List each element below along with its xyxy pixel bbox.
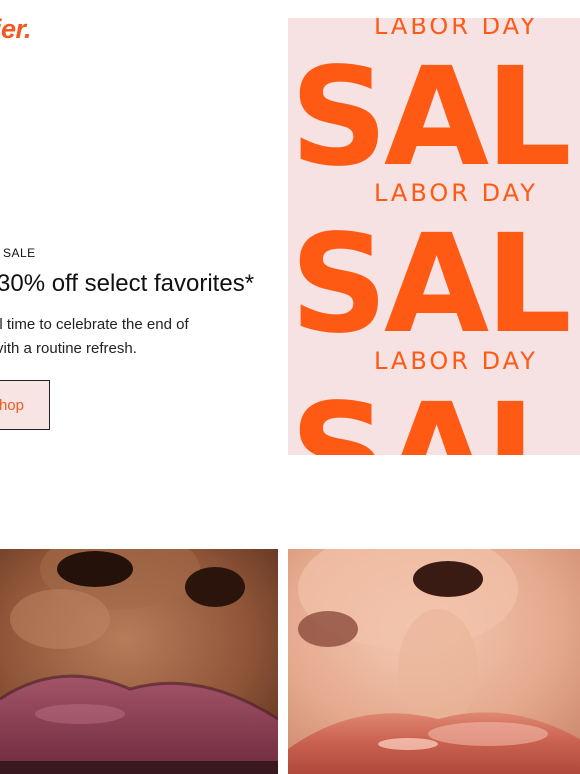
section-label: s [0,512,1,527]
banner-row-5: LABOR DAY [374,347,538,375]
hero-eyebrow: SALE [3,246,36,260]
banner-row-3: LABOR DAY [374,179,538,207]
shop-now-button[interactable]: hop [0,380,50,430]
lip-closeup-deep-skin-image [0,549,278,774]
sale-banner-graphic: LABOR DAY SALE LABOR DAY SALE LABOR DAY … [290,18,580,455]
product-card-1[interactable] [0,549,278,774]
shop-now-label: hop [0,396,24,414]
banner-row-1: LABOR DAY [374,18,538,40]
product-card-2[interactable] [288,549,580,774]
hero-body-copy: ll time to celebrate the end of vith a r… [0,313,256,361]
banner-row-2: SALE [290,39,580,197]
banner-row-4: SALE [290,206,580,364]
labor-day-sale-banner[interactable]: LABOR DAY SALE LABOR DAY SALE LABOR DAY … [288,18,580,455]
hero-headline: 30% off select favorites* [0,270,255,297]
lip-closeup-light-skin-image [288,549,580,774]
brand-logo[interactable]: ier. [0,14,32,45]
hero-body-line-1: ll time to celebrate the end of [0,316,189,333]
hero-body-line-2: vith a routine refresh. [0,340,137,357]
banner-row-6: SALE [290,375,580,455]
